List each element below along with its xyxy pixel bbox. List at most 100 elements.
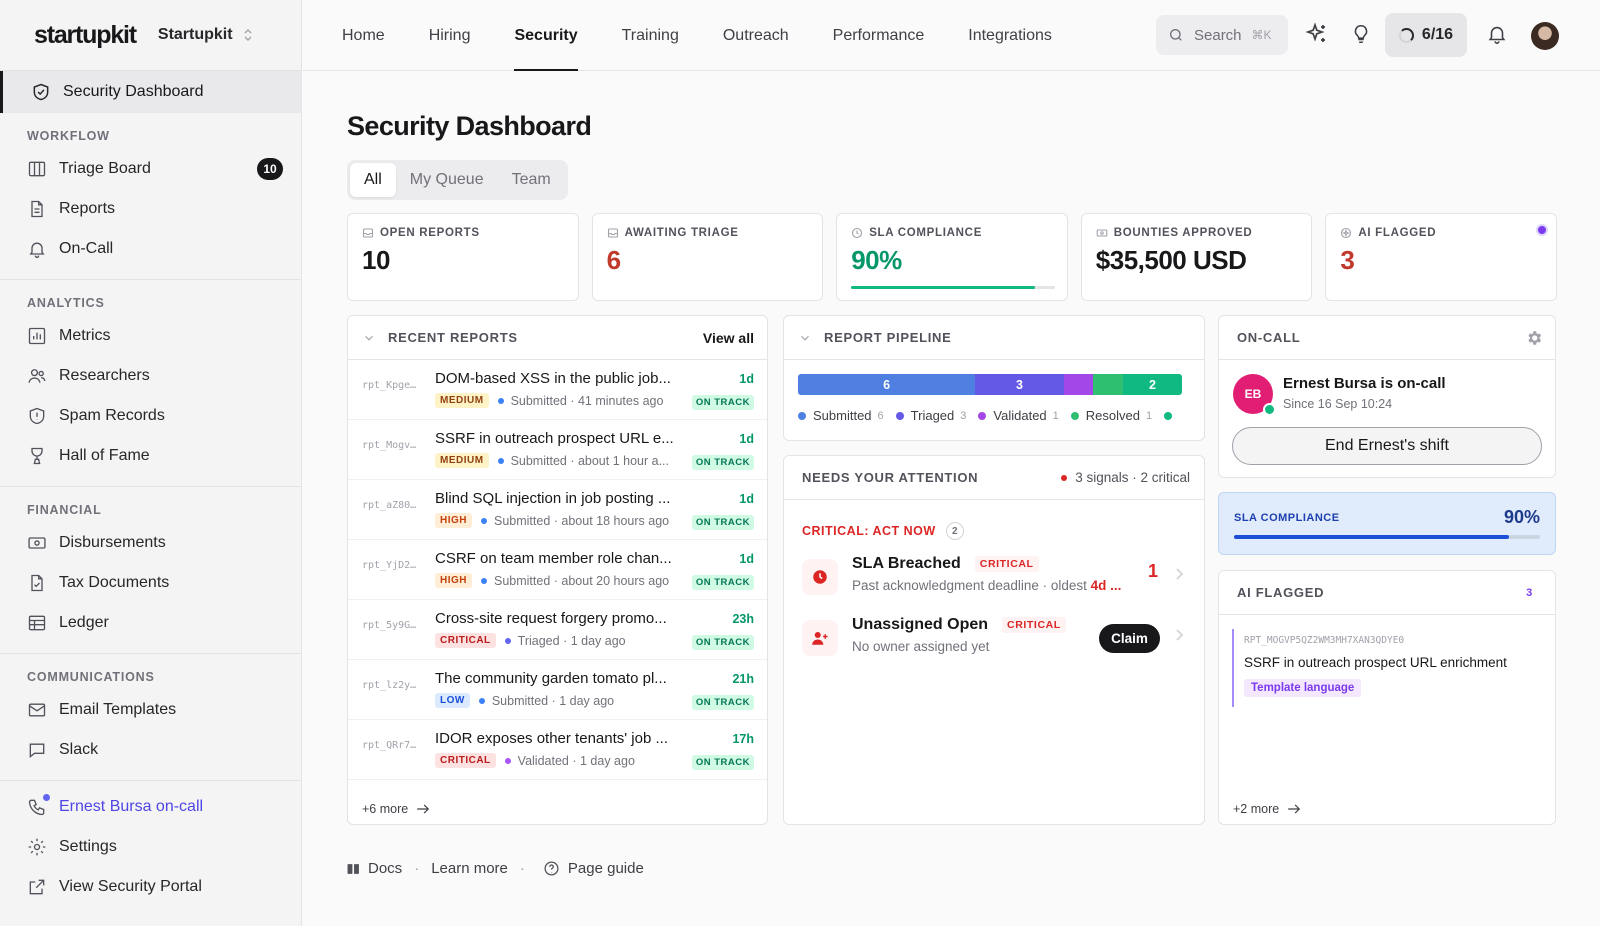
severity-badge: CRITICAL [435, 633, 496, 648]
report-status: Submitted [491, 693, 549, 708]
attention-item-sla-breached[interactable]: SLA Breached CRITICAL Past acknowledgment… [802, 553, 1190, 601]
tab-my-queue[interactable]: My Queue [396, 163, 498, 197]
pipeline-segment[interactable] [1063, 374, 1094, 395]
startupkit-logo[interactable]: startupkit [34, 21, 137, 50]
legend-label: Submitted [813, 408, 872, 423]
chevron-down-icon[interactable] [798, 331, 812, 345]
sidebar-item-view-security-portal[interactable]: View Security Portal [0, 867, 301, 907]
pipeline-stacked-bar[interactable]: 63 2 [798, 374, 1182, 395]
nav-performance[interactable]: Performance [833, 0, 925, 71]
sidebar-item-tax-documents[interactable]: Tax Documents [0, 563, 301, 603]
sla-label: SLA COMPLIANCE [1234, 512, 1340, 524]
onboarding-progress-button[interactable]: 6/16 [1385, 13, 1467, 57]
pipeline-segment[interactable] [1093, 374, 1123, 395]
user-plus-icon [802, 620, 838, 656]
report-row[interactable]: rpt_YjD2… CSRF on team member role chan..… [348, 540, 767, 600]
meta-separator: · [548, 693, 560, 708]
search-input[interactable]: Search ⌘K [1156, 15, 1288, 55]
pipeline-segment[interactable]: 6 [798, 374, 976, 395]
chevron-right-icon[interactable] [1174, 567, 1184, 581]
severity-badge: HIGH [435, 513, 472, 528]
pipeline-segment[interactable]: 2 [1122, 374, 1182, 395]
sidebar-section-title: WORKFLOW [27, 129, 110, 143]
org-switcher-label[interactable]: Startupkit [158, 26, 233, 44]
kpi-label-text: AI FLAGGED [1358, 227, 1437, 239]
sidebar-item-triage-board[interactable]: Triage Board 10 [0, 149, 301, 189]
learn-more-link[interactable]: Learn more [431, 860, 508, 877]
kpi-ai-flagged[interactable]: AI FLAGGED 3 [1325, 213, 1557, 301]
critical-group-count: 2 [945, 522, 964, 540]
ai-flagged-item[interactable]: RPT_MOGVP5QZ2WM3MH7XAN3QDYE0 SSRF in out… [1232, 629, 1545, 707]
report-row[interactable]: rpt_Mogv… SSRF in outreach prospect URL e… [348, 420, 767, 480]
user-avatar[interactable] [1531, 22, 1559, 50]
tab-team[interactable]: Team [498, 163, 565, 197]
sidebar-item-ledger[interactable]: Ledger [0, 603, 301, 643]
report-row[interactable]: rpt_aZ80… Blind SQL injection in job post… [348, 480, 767, 540]
more-ai-flagged-link[interactable]: +2 more [1233, 802, 1301, 816]
report-row[interactable]: rpt_lz2y… The community garden tomato pl.… [348, 660, 767, 720]
sidebar-item-on-call[interactable]: On-Call [0, 229, 301, 269]
nav-integrations[interactable]: Integrations [968, 0, 1052, 71]
sidebar-item-email-templates[interactable]: Email Templates [0, 690, 301, 730]
claim-button[interactable]: Claim [1099, 624, 1160, 653]
report-age: 17h [732, 732, 754, 746]
kpi-sla-compliance[interactable]: SLA COMPLIANCE 90% [836, 213, 1068, 301]
nav-outreach[interactable]: Outreach [723, 0, 789, 71]
file-icon [27, 199, 47, 219]
report-row[interactable]: rpt_5y9G… Cross-site request forgery prom… [348, 600, 767, 660]
sidebar-item-oncall-status[interactable]: Ernest Bursa on-call [0, 787, 301, 827]
sidebar-item-spam-records[interactable]: Spam Records [0, 396, 301, 436]
nav-hiring[interactable]: Hiring [429, 0, 471, 71]
lightbulb-icon[interactable] [1350, 22, 1372, 46]
view-all-link[interactable]: View all [703, 330, 754, 346]
report-meta: LOW Submitted · 1 day ago [435, 693, 614, 708]
gear-icon[interactable] [1525, 329, 1543, 347]
sla-value: 90% [1503, 507, 1540, 527]
needs-attention-panel: NEEDS YOUR ATTENTION 3 signals · 2 criti… [783, 455, 1205, 825]
sla-compliance-card[interactable]: SLA COMPLIANCE 90% [1218, 492, 1556, 555]
critical-tag: CRITICAL [1002, 617, 1066, 633]
attention-item-unassigned-open[interactable]: Unassigned Open CRITICAL No owner assigne… [802, 614, 1190, 662]
report-row[interactable]: rpt_Kpge… DOM-based XSS in the public job… [348, 360, 767, 420]
end-shift-button[interactable]: End Ernest's shift [1232, 427, 1542, 465]
sidebar-item-label: Settings [59, 838, 117, 855]
docs-link[interactable]: Docs [368, 860, 402, 877]
report-time: about 20 hours ago [561, 573, 670, 588]
view-tabs: All My Queue Team [347, 160, 568, 200]
status-dot [504, 757, 511, 764]
sidebar-item-disbursements[interactable]: Disbursements [0, 523, 301, 563]
bell-icon [27, 239, 47, 259]
report-status: Triaged [517, 633, 560, 648]
kpi-label: AWAITING TRIAGE [607, 227, 809, 239]
page-title: Security Dashboard [347, 111, 592, 141]
nav-security[interactable]: Security [514, 0, 578, 71]
kpi-awaiting-triage[interactable]: AWAITING TRIAGE 6 [591, 213, 824, 301]
report-row[interactable]: rpt_QRr7… IDOR exposes other tenants' job… [348, 720, 767, 780]
legend-dot [978, 411, 987, 420]
sidebar-item-researchers[interactable]: Researchers [0, 356, 301, 396]
recent-reports-header[interactable]: RECENT REPORTS View all [348, 316, 767, 360]
kpi-open-reports[interactable]: OPEN REPORTS 10 [347, 213, 579, 301]
page-guide-link[interactable]: Page guide [568, 860, 644, 877]
notifications-bell-icon[interactable] [1486, 22, 1508, 46]
report-pipeline-header[interactable]: REPORT PIPELINE [784, 316, 1204, 360]
pipeline-segment[interactable]: 3 [975, 374, 1064, 395]
report-id: rpt_QRr7… [362, 740, 417, 751]
sparkle-icon[interactable] [1305, 22, 1329, 46]
sidebar-item-settings[interactable]: Settings [0, 827, 301, 867]
sidebar-item-metrics[interactable]: Metrics [0, 316, 301, 356]
nav-home[interactable]: Home [342, 0, 385, 71]
kpi-bounties-approved[interactable]: BOUNTIES APPROVED $35,500 USD [1080, 213, 1313, 301]
sla-track-badge: ON TRACK [691, 455, 754, 470]
sidebar-item-security-dashboard[interactable]: Security Dashboard [0, 71, 301, 113]
chevron-right-icon[interactable] [1174, 628, 1184, 642]
sidebar-item-hall-of-fame[interactable]: Hall of Fame [0, 436, 301, 476]
chevron-updown-icon[interactable] [243, 28, 253, 42]
sidebar-item-label: Disbursements [59, 534, 166, 551]
nav-training[interactable]: Training [622, 0, 679, 71]
sidebar-item-slack[interactable]: Slack [0, 730, 301, 770]
more-reports-link[interactable]: +6 more [362, 802, 430, 816]
chevron-down-icon[interactable] [362, 331, 376, 345]
sidebar-item-reports[interactable]: Reports [0, 189, 301, 229]
tab-all[interactable]: All [350, 163, 396, 197]
